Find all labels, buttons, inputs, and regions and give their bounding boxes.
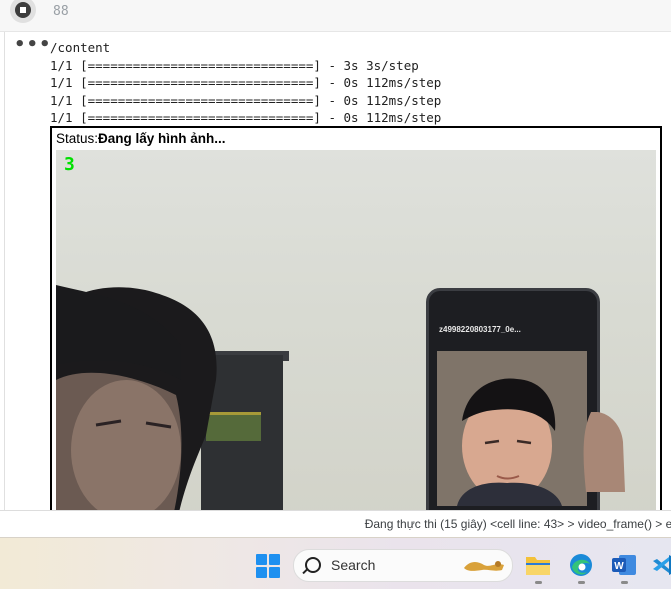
search-icon bbox=[305, 557, 321, 573]
running-indicator bbox=[535, 581, 542, 584]
phone-caption: z4998220803177_0e... bbox=[439, 325, 521, 334]
taskbar: Search W bbox=[0, 537, 671, 589]
exec-cell-line[interactable]: <cell line: 43> bbox=[490, 517, 564, 531]
overlay-counter: 3 bbox=[64, 154, 75, 175]
person-left bbox=[56, 285, 217, 520]
status-value: Đang lấy hình ảnh... bbox=[98, 131, 226, 146]
code-cell-header: 88 bbox=[0, 0, 671, 32]
log-line: /content bbox=[50, 40, 111, 55]
webcam-output-frame: Status:Đang lấy hình ảnh... 3 z499822080… bbox=[50, 126, 662, 530]
run-cell-button[interactable] bbox=[10, 0, 36, 23]
file-explorer-icon[interactable] bbox=[525, 553, 551, 577]
exec-separator: > bbox=[567, 517, 575, 531]
output-log: /content 1/1 [===========================… bbox=[50, 39, 441, 127]
exec-func-video-frame[interactable]: video_frame() bbox=[578, 517, 652, 531]
svg-text:W: W bbox=[614, 561, 624, 572]
vscode-icon[interactable] bbox=[651, 553, 671, 577]
running-indicator bbox=[578, 581, 585, 584]
cell-output: ••• /content 1/1 [=======================… bbox=[0, 32, 671, 530]
status-line: Status:Đang lấy hình ảnh... bbox=[56, 131, 226, 146]
search-highlight-icon bbox=[464, 561, 504, 571]
status-label: Status: bbox=[56, 131, 99, 146]
phone-screen bbox=[437, 351, 587, 506]
log-line: 1/1 [==============================] - 0… bbox=[50, 110, 442, 125]
hand bbox=[583, 412, 625, 492]
log-line: 1/1 [==============================] - 3… bbox=[50, 57, 419, 73]
output-gutter bbox=[4, 32, 45, 510]
webcam-video: 3 z4998220803177_0e... bbox=[56, 150, 656, 520]
phone-in-frame: z4998220803177_0e... bbox=[426, 288, 600, 520]
exec-func-eva[interactable]: eva bbox=[666, 517, 671, 531]
log-line: 1/1 [==============================] - 0… bbox=[50, 92, 442, 108]
word-icon[interactable]: W bbox=[611, 553, 637, 577]
log-line: 1/1 [==============================] - 0… bbox=[50, 75, 442, 90]
exec-separator: > bbox=[655, 517, 663, 531]
search-label: Search bbox=[331, 557, 376, 573]
edge-browser-icon[interactable] bbox=[568, 553, 594, 577]
execution-status-bar: Đang thực thi (15 giây) <cell line: 43> … bbox=[0, 510, 671, 538]
execution-count: 88 bbox=[53, 4, 69, 19]
running-indicator bbox=[621, 581, 628, 584]
output-actions-button[interactable]: ••• bbox=[14, 36, 52, 54]
exec-status-text: Đang thực thi (15 giây) bbox=[364, 517, 487, 531]
taskbar-search[interactable]: Search bbox=[293, 549, 513, 582]
stop-icon bbox=[15, 2, 31, 18]
windows-start-icon[interactable] bbox=[256, 554, 280, 578]
